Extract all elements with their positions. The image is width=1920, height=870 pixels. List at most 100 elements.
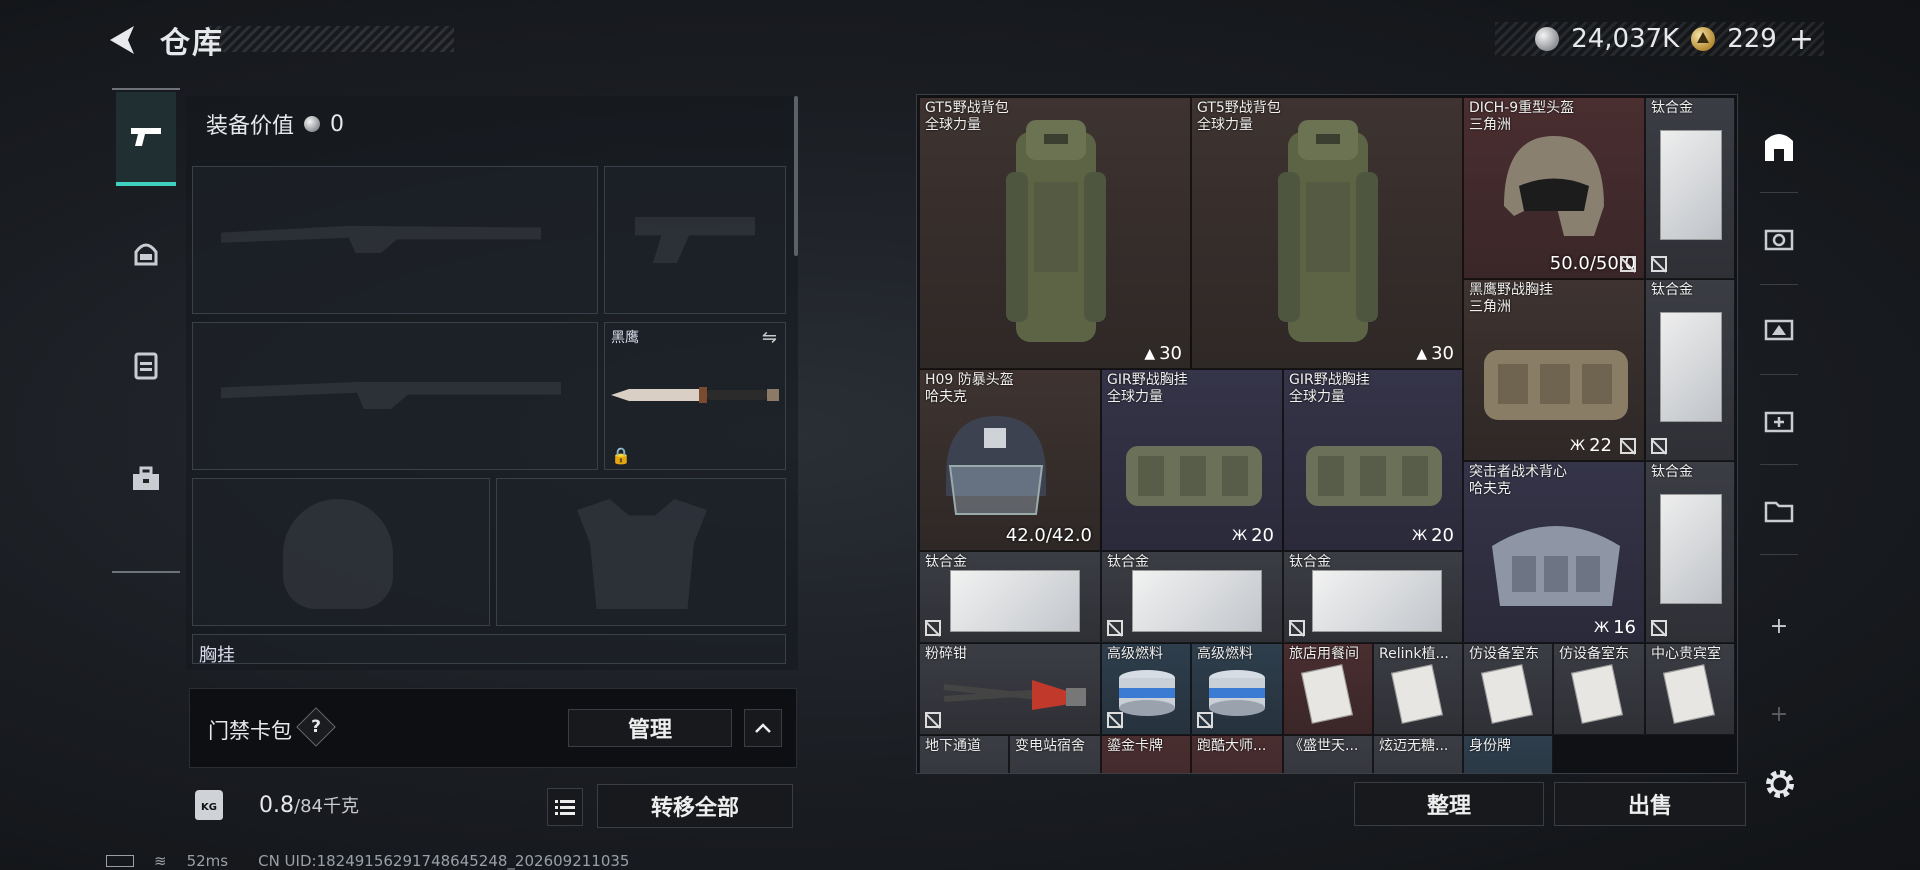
secondary-weapon-slot[interactable] xyxy=(192,322,598,470)
storage-grid-panel: GT5野战背包 全球力量 ▲ 30 GT5野战背包 全球力量 ▲ 30 DICH… xyxy=(916,94,1738,774)
storage-item[interactable]: DICH-9重型头盔 三角洲 50.0/50.0 xyxy=(1463,97,1645,279)
storage-item[interactable]: 炫迈无糖... xyxy=(1373,735,1463,773)
knife-image xyxy=(611,387,779,403)
melee-slot[interactable]: 黑鹰 ⇋ 🔒 xyxy=(604,322,786,470)
storage-item[interactable]: Relink植... xyxy=(1373,643,1463,735)
chest-rig-image xyxy=(1126,446,1262,506)
storage-item[interactable]: 地下通道 xyxy=(919,735,1009,773)
storage-item[interactable]: 鎏金卡牌 xyxy=(1101,735,1191,773)
titanium-plate-image xyxy=(950,570,1080,632)
item-name: 高级燃料 xyxy=(1107,646,1163,662)
storage-actions: 整理 出售 xyxy=(1354,782,1746,828)
item-name: 变电站宿舍 xyxy=(1015,738,1085,754)
list-view-button[interactable] xyxy=(547,788,583,826)
storage-item[interactable]: 中心贵宾室 xyxy=(1645,643,1735,735)
armor-silhouette xyxy=(577,499,707,609)
warehouse-tab-2[interactable] xyxy=(1754,208,1804,268)
warehouse-main-tab[interactable] xyxy=(1754,116,1804,176)
add-currency-button[interactable]: + xyxy=(1789,22,1814,57)
storage-item[interactable]: 高级燃料 xyxy=(1101,643,1191,735)
armor-slot[interactable] xyxy=(496,478,786,626)
item-name: Relink植... xyxy=(1379,646,1449,662)
storage-item[interactable]: 身份牌 xyxy=(1463,735,1553,773)
titanium-plate-image xyxy=(1660,312,1722,422)
item-name: 仿设备室东 xyxy=(1559,646,1629,662)
wifi-icon: ≋ xyxy=(154,852,167,870)
storage-item[interactable]: 钛合金 xyxy=(1101,551,1283,643)
helmet-silhouette xyxy=(283,499,393,609)
item-name: 身份牌 xyxy=(1469,738,1511,754)
storage-item[interactable]: H09 防暴头盔 哈夫克 42.0/42.0 xyxy=(919,369,1101,551)
keycard-image xyxy=(1301,664,1353,724)
add-warehouse-button-disabled[interactable]: + xyxy=(1754,684,1804,744)
storage-item[interactable]: 旅店用餐间 xyxy=(1283,643,1373,735)
storage-item[interactable]: 粉碎钳 xyxy=(919,643,1101,735)
storage-item[interactable]: GIR野战胸挂 全球力量 Ж 20 xyxy=(1101,369,1283,551)
ping-text: 52ms xyxy=(186,852,229,870)
item-name: 高级燃料 xyxy=(1197,646,1253,662)
storage-item[interactable]: 钛合金 xyxy=(1645,461,1735,643)
storage-item[interactable]: GT5野战背包 全球力量 ▲ 30 xyxy=(1191,97,1463,369)
nav-divider xyxy=(1760,464,1798,465)
storage-item[interactable]: 黑鹰野战胸挂 三角洲 Ж 22 xyxy=(1463,279,1645,461)
transfer-all-button[interactable]: 转移全部 xyxy=(597,784,793,828)
tab-weapons[interactable] xyxy=(116,92,176,186)
warehouse-tab-4[interactable] xyxy=(1754,390,1804,450)
storage-item[interactable]: GT5野战背包 全球力量 ▲ 30 xyxy=(919,97,1191,369)
riot-helmet-image xyxy=(946,416,1046,515)
help-button[interactable]: ? xyxy=(296,707,336,747)
sell-button[interactable]: 出售 xyxy=(1554,782,1746,826)
no-sell-icon xyxy=(1620,256,1636,272)
no-sell-icon xyxy=(1651,256,1667,272)
tab-toolbox[interactable] xyxy=(116,432,176,526)
item-durability: ▲ 30 xyxy=(1144,343,1182,364)
storage-item[interactable]: 突击者战术背心 哈夫克 Ж 16 xyxy=(1463,461,1645,643)
tab-helmet[interactable] xyxy=(116,206,176,300)
no-sell-icon xyxy=(925,620,941,636)
storage-item[interactable]: GIR野战胸挂 全球力量 Ж 20 xyxy=(1283,369,1463,551)
storage-item[interactable]: 跑酷大师... xyxy=(1191,735,1283,773)
back-button[interactable] xyxy=(104,20,144,60)
primary-weapon-slot[interactable] xyxy=(192,166,598,314)
keycard-image xyxy=(1571,664,1623,724)
no-sell-icon xyxy=(1289,620,1305,636)
warehouse-tab-5[interactable] xyxy=(1754,480,1804,540)
backpack-image xyxy=(1006,120,1106,342)
backpack-image xyxy=(1278,120,1378,342)
item-name: 跑酷大师... xyxy=(1197,738,1267,754)
storage-item[interactable]: 仿设备室东 xyxy=(1463,643,1553,735)
no-sell-icon xyxy=(1651,620,1667,636)
storage-item[interactable]: 仿设备室东 xyxy=(1553,643,1645,735)
equipment-scrollbar[interactable] xyxy=(794,96,798,256)
item-name: 钛合金 xyxy=(1651,464,1693,480)
currency-bar: 24,037K 229 + xyxy=(1495,22,1824,57)
warehouse-tab-3[interactable] xyxy=(1754,298,1804,358)
storage-item[interactable]: 高级燃料 xyxy=(1191,643,1283,735)
gear-icon xyxy=(1766,770,1794,798)
manage-button[interactable]: 管理 xyxy=(568,709,732,747)
add-warehouse-button[interactable]: + xyxy=(1754,596,1804,656)
nav-divider xyxy=(1760,284,1798,285)
settings-button[interactable] xyxy=(1762,766,1798,802)
storage-item[interactable]: 钛合金 xyxy=(1283,551,1463,643)
pistol-slot[interactable] xyxy=(604,166,786,314)
tab-vest[interactable] xyxy=(116,318,176,412)
item-durability: Ж 20 xyxy=(1232,525,1274,546)
storage-item[interactable]: 钛合金 xyxy=(1645,279,1735,461)
uid-text: CN UID:18249156291748645248_202609211035 xyxy=(258,852,630,870)
chest-rig-slot[interactable]: 胸挂 xyxy=(192,634,786,666)
title-stripe xyxy=(208,26,454,52)
collapse-button[interactable] xyxy=(744,709,782,747)
swap-icon[interactable]: ⇋ xyxy=(762,327,777,348)
storage-item[interactable]: 变电站宿舍 xyxy=(1009,735,1101,773)
no-sell-icon xyxy=(1651,438,1667,454)
status-bar: ≋ 52ms CN UID:18249156291748645248_20260… xyxy=(106,852,629,870)
bolt-cutter-image xyxy=(943,680,1086,710)
item-name: 地下通道 xyxy=(925,738,981,754)
chest-rig-label: 胸挂 xyxy=(199,645,235,666)
helmet-slot[interactable] xyxy=(192,478,490,626)
sort-button[interactable]: 整理 xyxy=(1354,782,1544,826)
storage-item[interactable]: 钛合金 xyxy=(919,551,1101,643)
storage-item[interactable]: 《盛世天... xyxy=(1283,735,1373,773)
storage-item[interactable]: 钛合金 xyxy=(1645,97,1735,279)
